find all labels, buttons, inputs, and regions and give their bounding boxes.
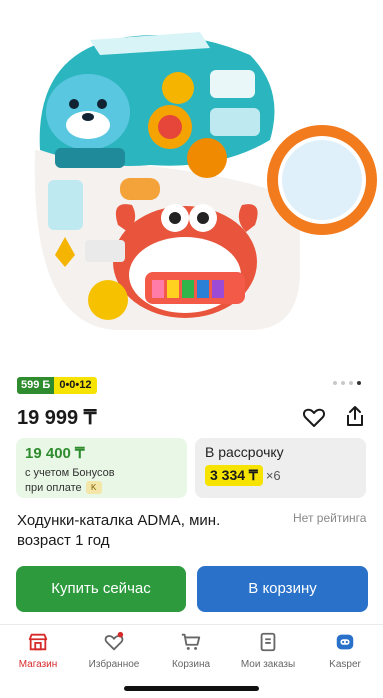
carousel-dot[interactable] [349,381,353,385]
installment-card[interactable]: В рассрочку 3 334 ₸ ×6 [195,438,366,498]
home-indicator[interactable] [124,686,259,691]
share-icon [347,406,363,426]
add-to-cart-button[interactable]: В корзину [197,566,368,612]
buy-now-button[interactable]: Купить сейчас [16,566,186,612]
bonus-note-payment: при оплате [25,481,82,494]
product-title: Ходунки-каталка ADMA, мин. возраст 1 год [17,512,221,549]
promo-badges: 599 Б 0•0•12 [17,377,97,394]
tab-kasper[interactable]: Kasper [307,631,383,670]
kaspi-bonus-icon: K [85,481,102,494]
bonus-badge: 599 Б [17,377,55,394]
installment-monthly: 3 334 ₸ [205,465,263,486]
product-image[interactable] [0,0,383,368]
installment-row: 3 334 ₸ ×6 [205,465,356,486]
tab-label: Корзина [171,659,211,670]
tab-label: Избранное [88,659,140,670]
installment-times: ×6 [265,468,281,483]
orders-icon [260,632,276,652]
bonus-price: 19 400 ₸ [25,445,85,462]
tab-favorites[interactable]: Избранное [76,631,152,670]
product-rating[interactable]: Нет рейтинга [293,511,366,525]
carousel-dot-active[interactable] [357,381,361,385]
bonus-note: с учетом Бонусов [25,467,115,479]
bonus-note-row: при оплате K [25,481,178,494]
tab-shop[interactable]: Магазин [0,631,76,670]
product-price: 19 999 ₸ [17,407,97,429]
heart-icon [302,408,326,427]
shop-icon [28,633,48,651]
installment-badge: 0•0•12 [54,377,97,394]
tab-label: Kasper [329,659,361,670]
installment-label: В рассрочку [205,444,284,460]
carousel-dot[interactable] [341,381,345,385]
tab-label: Мои заказы [240,659,296,670]
cart-icon [181,633,201,650]
carousel-indicator [333,381,361,385]
tab-orders[interactable]: Мои заказы [230,631,306,670]
heart-icon [104,631,124,651]
carousel-dot[interactable] [333,381,337,385]
share-button[interactable] [343,404,367,428]
tab-label: Магазин [18,659,58,670]
favorite-button[interactable] [302,405,326,429]
kasper-icon [336,634,354,650]
bonus-price-card[interactable]: 19 400 ₸ с учетом Бонусов при оплате K [16,438,187,498]
tab-cart[interactable]: Корзина [153,631,229,670]
